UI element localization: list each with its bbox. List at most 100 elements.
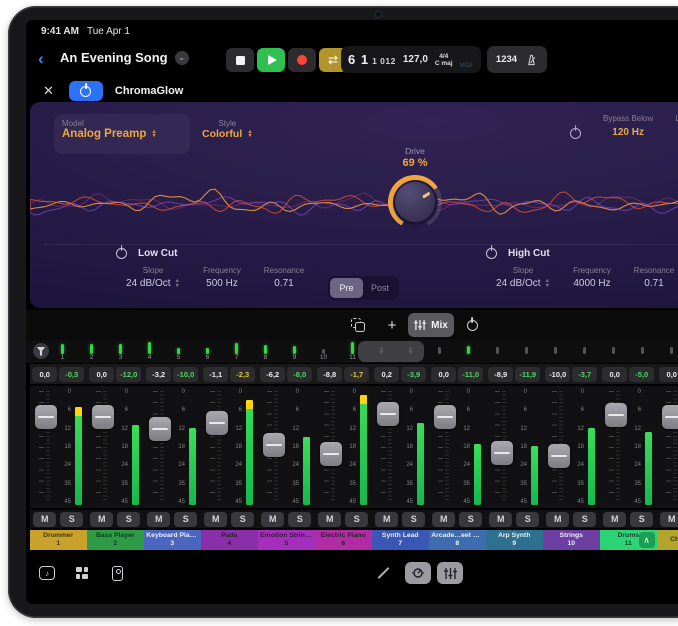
stop-button[interactable] — [226, 48, 254, 72]
minimap-track-tick[interactable] — [628, 340, 657, 363]
add-plugin-button[interactable]: + — [380, 313, 404, 337]
plugin-power-button[interactable] — [69, 81, 103, 101]
filter-button[interactable] — [33, 343, 49, 359]
bypass-below-control[interactable]: Bypass Below 120 Hz — [603, 114, 653, 138]
mute-button[interactable]: M — [603, 512, 626, 527]
close-icon[interactable]: ✕ — [43, 83, 54, 99]
minimap-track-tick[interactable] — [657, 340, 678, 363]
peak-level-value[interactable]: -5,0 — [629, 367, 654, 382]
volume-value[interactable]: 0,0 — [659, 367, 678, 382]
fader-handle[interactable] — [92, 405, 114, 429]
volume-value[interactable]: 0,0 — [431, 367, 456, 382]
fader-handle[interactable] — [434, 405, 456, 429]
back-chevron-icon[interactable]: ‹ — [38, 48, 44, 70]
controls-view-button[interactable] — [405, 562, 431, 584]
fader-handle[interactable] — [662, 405, 678, 429]
peak-level-value[interactable]: -0,3 — [59, 367, 84, 382]
loop-browser-button[interactable]: ♪ — [36, 562, 58, 584]
post-button[interactable]: Post — [363, 278, 397, 298]
minimap-track-tick[interactable]: 10 — [309, 340, 338, 363]
solo-button[interactable]: S — [573, 512, 596, 527]
minimap-track-tick[interactable] — [396, 340, 425, 363]
solo-button[interactable]: S — [402, 512, 425, 527]
peak-level-value[interactable]: -3,9 — [401, 367, 426, 382]
minimap-track-tick[interactable] — [425, 340, 454, 363]
solo-button[interactable]: S — [630, 512, 653, 527]
minimap-track-tick[interactable] — [483, 340, 512, 363]
mute-button[interactable]: M — [261, 512, 284, 527]
volume-value[interactable]: -10,0 — [545, 367, 570, 382]
minimap-track-tick[interactable] — [541, 340, 570, 363]
track-name-cell[interactable]: Pads 4 ∧ — [201, 530, 258, 550]
mute-button[interactable]: M — [318, 512, 341, 527]
solo-button[interactable]: S — [459, 512, 482, 527]
mute-button[interactable]: M — [147, 512, 170, 527]
track-name-cell[interactable]: Bass Player 2 ∧ — [87, 530, 144, 550]
fader-handle[interactable] — [35, 405, 57, 429]
metronome-icon[interactable] — [525, 54, 538, 66]
mute-button[interactable]: M — [489, 512, 512, 527]
fader-handle[interactable] — [206, 411, 228, 435]
track-name-cell[interactable]: Arcade…eet Pad 8 ∧ — [429, 530, 486, 550]
mute-button[interactable]: M — [33, 512, 56, 527]
peak-level-value[interactable]: -12,0 — [116, 367, 141, 382]
minimap-track-tick[interactable]: 4 — [135, 340, 164, 363]
track-name-cell[interactable]: Chorus V ∧ — [657, 530, 678, 550]
solo-button[interactable]: S — [516, 512, 539, 527]
minimap-track-tick[interactable]: 5 — [164, 340, 193, 363]
minimap-track-tick[interactable]: 1 — [48, 340, 77, 363]
mix-button[interactable]: Mix — [408, 313, 454, 337]
mute-button[interactable]: M — [204, 512, 227, 527]
low-cut-resonance[interactable]: Resonance 0.71 — [254, 266, 314, 300]
peak-level-value[interactable]: -3,7 — [572, 367, 597, 382]
low-cut-power-icon[interactable] — [116, 248, 127, 259]
fader-handle[interactable] — [320, 442, 342, 466]
track-name-cell[interactable]: Electric Piano 6 ∧ — [315, 530, 372, 550]
volume-value[interactable]: -3,2 — [146, 367, 171, 382]
mixer-view-button[interactable] — [437, 562, 463, 584]
peak-level-value[interactable]: -2,3 — [230, 367, 255, 382]
play-button[interactable] — [257, 48, 285, 72]
track-name-cell[interactable]: Keyboard Player 3 ∧ — [144, 530, 201, 550]
minimap-track-tick[interactable]: 3 — [106, 340, 135, 363]
volume-value[interactable]: 0,0 — [32, 367, 57, 382]
solo-button[interactable]: S — [288, 512, 311, 527]
track-name-cell[interactable]: Drums 11 ∧ — [600, 530, 657, 550]
volume-value[interactable]: 0,0 — [89, 367, 114, 382]
duplicate-button[interactable] — [345, 313, 371, 337]
peak-level-value[interactable]: -11,0 — [458, 367, 483, 382]
peak-level-value[interactable]: -10,0 — [173, 367, 198, 382]
solo-button[interactable]: S — [117, 512, 140, 527]
solo-button[interactable]: S — [60, 512, 83, 527]
fader-handle[interactable] — [263, 433, 285, 457]
volume-value[interactable]: -6,2 — [260, 367, 285, 382]
high-cut-resonance[interactable]: Resonance 0.71 — [624, 266, 678, 300]
high-cut-frequency[interactable]: Frequency 4000 Hz — [560, 266, 624, 300]
style-selector[interactable]: Style Colorful ▲▼ — [202, 119, 253, 140]
mute-button[interactable]: M — [375, 512, 398, 527]
song-title-menu[interactable]: An Evening Song ⌄ — [60, 50, 189, 65]
high-cut-power-icon[interactable] — [486, 248, 497, 259]
pre-button[interactable]: Pre — [330, 278, 363, 298]
browser-button[interactable] — [71, 562, 93, 584]
track-name-cell[interactable]: Emotion Strings 5 ∧ — [258, 530, 315, 550]
peak-level-value[interactable]: -1,7 — [344, 367, 369, 382]
minimap-track-tick[interactable] — [599, 340, 628, 363]
fader-handle[interactable] — [377, 402, 399, 426]
minimap-track-tick[interactable] — [367, 340, 396, 363]
solo-button[interactable]: S — [345, 512, 368, 527]
peak-level-value[interactable]: -11,9 — [515, 367, 540, 382]
track-name-cell[interactable]: Strings 10 ∧ — [543, 530, 600, 550]
track-name-cell[interactable]: Drummer 1 ∧ — [30, 530, 87, 550]
chevron-up-icon[interactable]: ∧ — [639, 532, 655, 548]
minimap-track-tick[interactable] — [570, 340, 599, 363]
solo-button[interactable]: S — [174, 512, 197, 527]
fader-handle[interactable] — [491, 441, 513, 465]
volume-value[interactable]: 0,0 — [602, 367, 627, 382]
drive-knob[interactable] — [388, 175, 442, 229]
count-in-button[interactable]: 1234 — [496, 54, 517, 65]
play-surfaces-button[interactable] — [106, 562, 128, 584]
record-button[interactable] — [288, 48, 316, 72]
mixer-power-button[interactable] — [460, 313, 484, 337]
minimap-track-tick[interactable]: 2 — [77, 340, 106, 363]
